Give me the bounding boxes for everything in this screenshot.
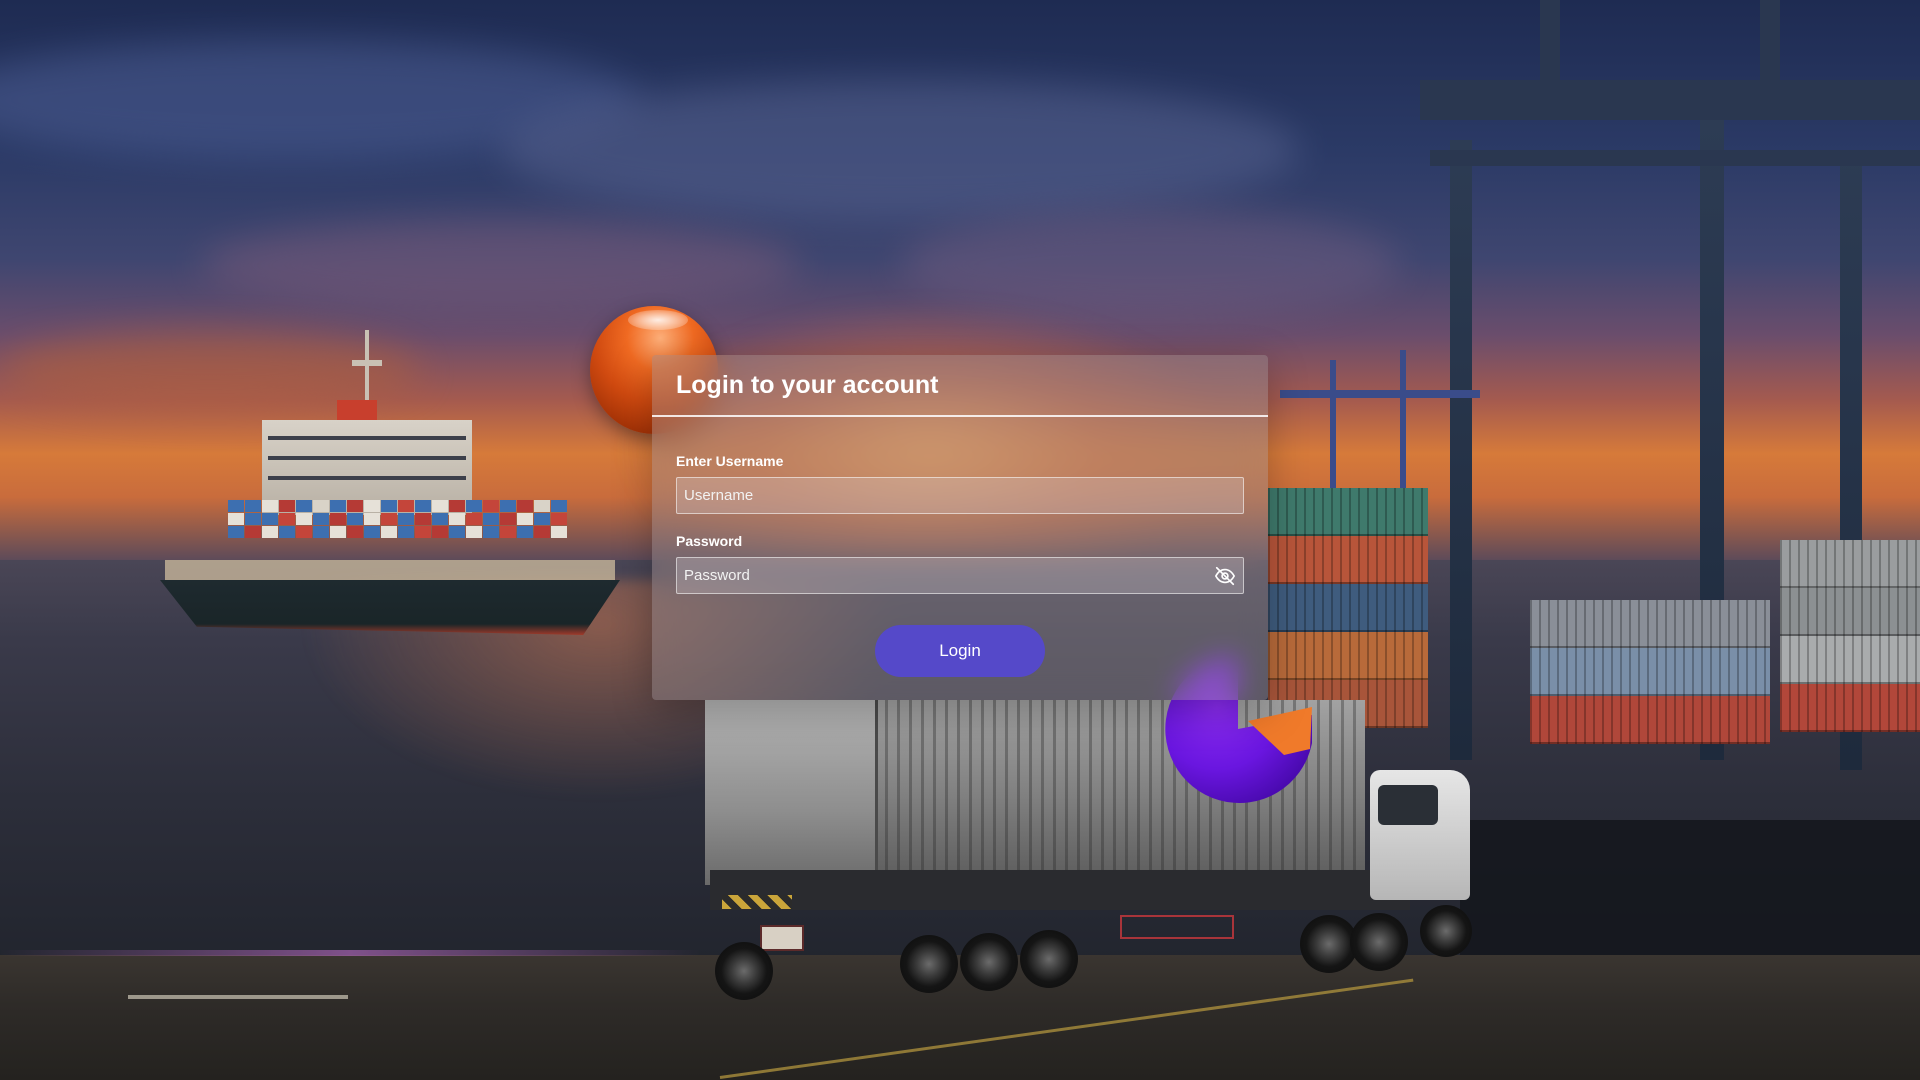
login-card: Login to your account Enter Username Pas… <box>652 355 1268 700</box>
ship-mast <box>352 360 382 366</box>
tail-light <box>760 925 804 951</box>
truck-wheel <box>900 935 958 993</box>
container-stack <box>1530 600 1770 744</box>
crane-beam <box>1420 80 1920 120</box>
password-label: Password <box>676 533 743 549</box>
crane-beam <box>1430 150 1920 166</box>
sky-cloud <box>0 330 420 410</box>
password-field-wrap <box>676 557 1244 594</box>
bridge-windows <box>268 436 466 440</box>
truck-cab-window <box>1378 785 1438 825</box>
login-button[interactable]: Login <box>875 625 1045 677</box>
truck-wheel <box>1350 913 1408 971</box>
login-form: Enter Username Password Login <box>652 453 1268 677</box>
ship-containers <box>228 500 567 538</box>
ship-hull <box>160 580 620 635</box>
road <box>0 955 1920 1080</box>
orange-sphere-highlight <box>628 310 688 330</box>
truck-chassis <box>710 870 1410 910</box>
dock-shadow <box>1460 820 1920 960</box>
truck-wheel <box>715 942 773 1000</box>
bumper-stripe <box>722 895 792 909</box>
username-field-wrap <box>676 477 1244 514</box>
truck-trailer-door <box>705 700 878 885</box>
truck-wheel <box>960 933 1018 991</box>
sky-cloud <box>500 80 1300 220</box>
road-marking <box>128 995 348 999</box>
eye-off-icon[interactable] <box>1214 565 1236 587</box>
login-card-header: Login to your account <box>652 355 1268 417</box>
sky-cloud <box>200 220 800 310</box>
crane-beam <box>1540 0 1560 90</box>
truck-wheel <box>1020 930 1078 988</box>
horizon-sheen <box>0 950 700 956</box>
tail-light <box>1120 915 1234 939</box>
container-stack <box>1780 540 1920 732</box>
crane-beam <box>1280 390 1480 398</box>
truck-wheel <box>1420 905 1472 957</box>
password-input[interactable] <box>676 557 1244 594</box>
ship-deck <box>165 560 615 582</box>
crane-leg <box>1450 140 1472 760</box>
bridge-windows <box>268 456 466 460</box>
bridge-windows <box>268 476 466 480</box>
crane-beam <box>1760 0 1780 90</box>
username-input[interactable] <box>676 477 1244 514</box>
login-title: Login to your account <box>676 370 939 399</box>
username-label: Enter Username <box>676 453 784 469</box>
